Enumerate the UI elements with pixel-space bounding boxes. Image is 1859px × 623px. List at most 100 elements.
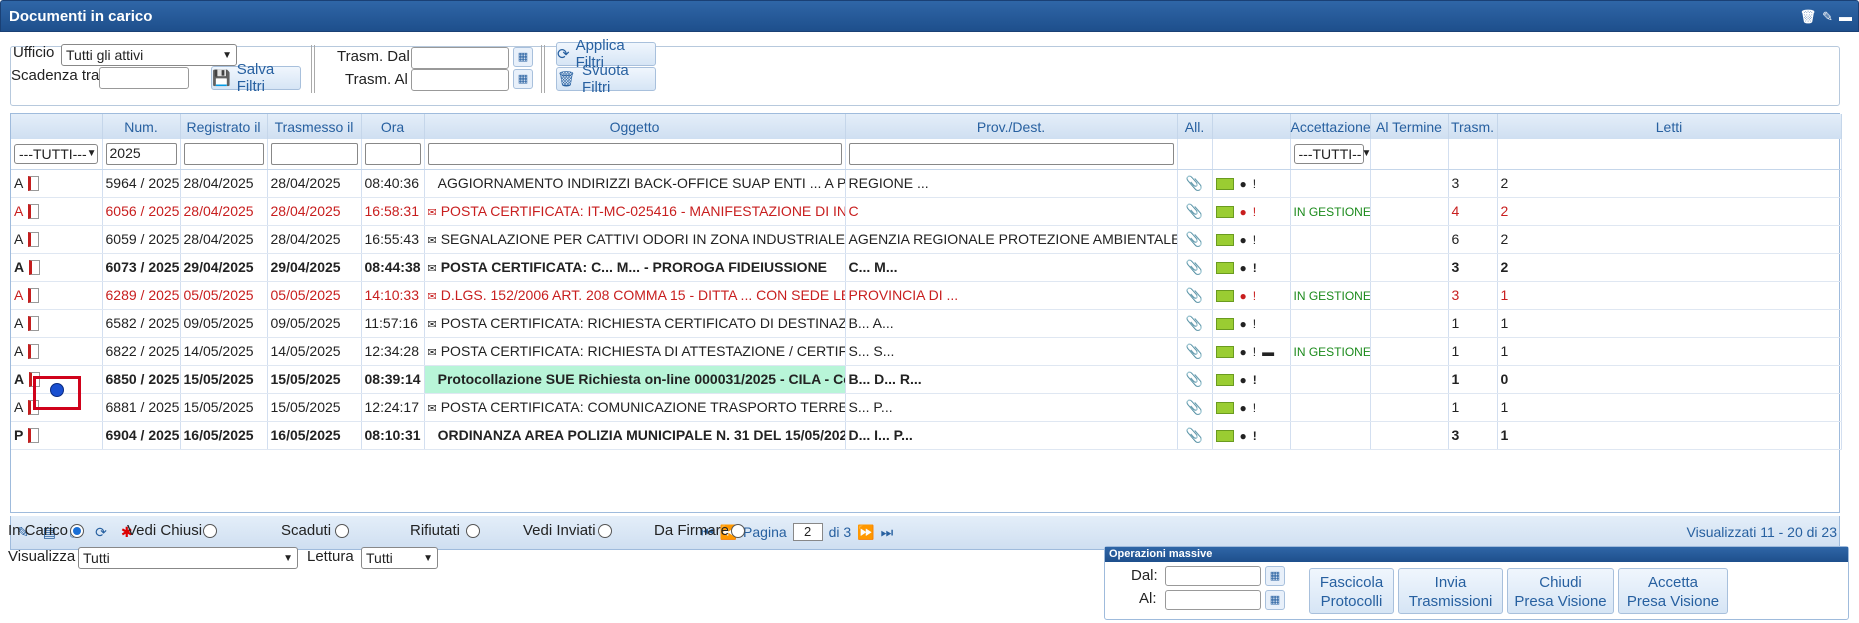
ora-filter-input[interactable] [364, 142, 421, 165]
radio-button[interactable] [598, 524, 612, 538]
user-icon[interactable]: ● [1240, 205, 1247, 219]
table-row[interactable]: A 6582 / 2025 09/05/2025 09/05/2025 11:57:16… [11, 309, 1842, 338]
radio-button[interactable] [70, 524, 84, 538]
column-header[interactable]: Num. [102, 114, 181, 139]
alert-icon[interactable]: ! [1253, 401, 1256, 415]
svuota-filtri-button[interactable]: 🗑 Svuota Filtri [556, 62, 656, 96]
paperclip-icon[interactable]: 📎 [1186, 203, 1203, 219]
alert-icon[interactable]: ! [1253, 261, 1257, 275]
next-page-icon[interactable]: ⏩ [857, 524, 874, 541]
user-icon[interactable]: ● [1240, 401, 1247, 415]
op-al-input[interactable] [1165, 590, 1261, 610]
mail-status-icon[interactable] [1215, 374, 1234, 387]
edit-icon[interactable]: ✎ [1822, 1, 1833, 33]
table-row[interactable]: A 6073 / 2025 29/04/2025 29/04/2025 08:44:38… [11, 253, 1842, 282]
minimize-icon[interactable]: ▬ [1839, 1, 1852, 33]
table-row[interactable]: P 6904 / 2025 16/05/2025 16/05/2025 08:10:31… [11, 421, 1842, 450]
radio-button[interactable] [335, 524, 349, 538]
column-header[interactable]: All. [1177, 114, 1213, 139]
table-row[interactable]: A 6056 / 2025 28/04/2025 28/04/2025 16:58:31… [11, 197, 1842, 226]
alert-icon[interactable]: ! [1253, 205, 1256, 219]
pdf-icon[interactable] [28, 176, 40, 192]
visualizza-select[interactable]: Tutti ▼ [78, 547, 298, 569]
column-header[interactable]: Registrato il [180, 114, 268, 139]
alert-icon[interactable]: ! [1253, 373, 1257, 387]
paperclip-icon[interactable]: 📎 [1186, 175, 1203, 191]
prov-filter-input[interactable] [848, 142, 1174, 165]
column-header[interactable]: Trasmesso il [267, 114, 362, 139]
user-icon[interactable]: ● [1240, 317, 1247, 331]
chiudi-presa-visione-button[interactable]: Chiudi Presa Visione [1507, 568, 1614, 614]
table-row[interactable]: A 6289 / 2025 05/05/2025 05/05/2025 14:10:33… [11, 281, 1842, 310]
scadenza-input[interactable] [99, 67, 189, 89]
tipo-filter-select[interactable]: ---TUTTI--- ▼ [14, 143, 98, 164]
column-header[interactable]: Al Termine [1370, 114, 1449, 139]
trasm-al-input[interactable] [411, 69, 509, 91]
user-icon[interactable]: ● [1240, 345, 1247, 359]
mail-status-icon[interactable] [1215, 178, 1234, 191]
column-header[interactable] [1212, 114, 1291, 139]
refresh-icon[interactable]: ⟳ [95, 524, 107, 541]
column-header[interactable]: Accettazione [1290, 114, 1371, 139]
column-header[interactable]: Prov./Dest. [845, 114, 1178, 139]
table-row[interactable]: A 6850 / 2025 15/05/2025 15/05/2025 08:39:14… [11, 365, 1842, 394]
calendar-icon[interactable]: ▦ [513, 47, 533, 67]
alert-icon[interactable]: ! [1253, 289, 1256, 303]
table-row[interactable]: A 6881 / 2025 15/05/2025 15/05/2025 12:24:17… [11, 393, 1842, 422]
column-header[interactable]: Ora [361, 114, 425, 139]
mail-status-icon[interactable] [1215, 402, 1234, 415]
pdf-icon[interactable] [28, 288, 40, 304]
alert-icon[interactable]: ! [1253, 429, 1257, 443]
invia-trasmissioni-button[interactable]: Invia Trasmissioni [1398, 568, 1503, 614]
column-header[interactable]: Trasm. [1448, 114, 1498, 139]
column-header[interactable] [11, 114, 103, 139]
calendar-icon[interactable]: ▦ [1265, 590, 1285, 610]
alert-icon[interactable]: ! [1253, 233, 1256, 247]
mail-status-icon[interactable] [1215, 262, 1234, 275]
mail-status-icon[interactable] [1215, 318, 1234, 331]
table-row[interactable]: A 6059 / 2025 28/04/2025 28/04/2025 16:55:43… [11, 225, 1842, 254]
registrato-filter-input[interactable] [183, 142, 264, 165]
user-icon[interactable]: ● [1240, 373, 1247, 387]
paperclip-icon[interactable]: 📎 [1186, 427, 1203, 443]
globe-icon[interactable] [50, 383, 64, 397]
num-filter-input[interactable]: 2025 [105, 142, 177, 165]
user-icon[interactable]: ● [1240, 289, 1247, 303]
accetta-presa-visione-button[interactable]: Accetta Presa Visione [1618, 568, 1728, 614]
pdf-icon[interactable] [28, 204, 40, 220]
calendar-icon[interactable]: ▦ [513, 69, 533, 89]
paperclip-icon[interactable]: 📎 [1186, 259, 1203, 275]
folder-icon[interactable]: ▬ [1262, 345, 1274, 359]
pdf-icon[interactable] [29, 260, 41, 276]
ufficio-select[interactable]: Tutti gli attivi ▼ [61, 44, 237, 66]
accettazione-filter-select[interactable]: ---TUTTI--▼ [1293, 143, 1369, 164]
paperclip-icon[interactable]: 📎 [1186, 371, 1203, 387]
table-row[interactable]: A 6822 / 2025 14/05/2025 14/05/2025 12:34:28… [11, 337, 1842, 366]
user-icon[interactable]: ● [1240, 177, 1247, 191]
mail-status-icon[interactable] [1215, 430, 1234, 443]
page-input[interactable]: 2 [792, 523, 823, 541]
column-header[interactable]: Letti [1497, 114, 1842, 139]
trasm-dal-input[interactable] [411, 47, 509, 69]
calendar-icon[interactable]: ▦ [1265, 566, 1285, 586]
user-icon[interactable]: ● [1240, 233, 1247, 247]
paperclip-icon[interactable]: 📎 [1186, 315, 1203, 331]
mail-status-icon[interactable] [1215, 290, 1234, 303]
op-dal-input[interactable] [1165, 566, 1261, 586]
trasmesso-filter-input[interactable] [270, 142, 358, 165]
user-icon[interactable]: ● [1240, 261, 1247, 275]
radio-button[interactable] [731, 524, 745, 538]
oggetto-filter-input[interactable] [427, 142, 842, 165]
mail-status-icon[interactable] [1215, 346, 1234, 359]
alert-icon[interactable]: ! [1253, 317, 1256, 331]
lettura-select[interactable]: Tutti ▼ [361, 547, 438, 569]
pdf-icon[interactable] [28, 232, 40, 248]
mail-status-icon[interactable] [1215, 206, 1234, 219]
mail-status-icon[interactable] [1215, 234, 1234, 247]
fascicola-protocolli-button[interactable]: Fascicola Protocolli [1309, 568, 1394, 614]
pdf-icon[interactable] [28, 344, 40, 360]
pdf-icon[interactable] [28, 316, 40, 332]
trash-icon[interactable]: 🗑 [1800, 1, 1817, 33]
paperclip-icon[interactable]: 📎 [1186, 343, 1203, 359]
pdf-icon[interactable] [28, 428, 40, 444]
